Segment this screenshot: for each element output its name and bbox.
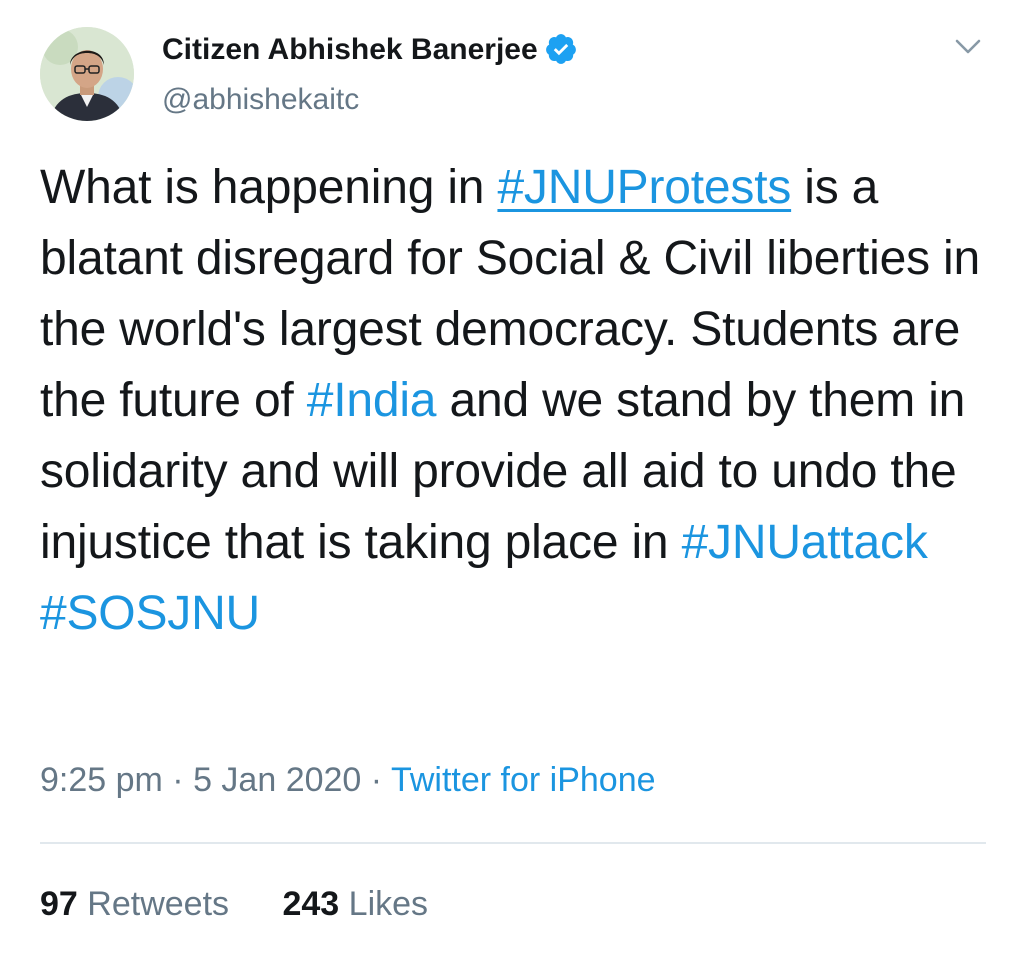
author-name[interactable]: Citizen Abhishek Banerjee [162, 33, 538, 66]
verified-badge-icon [545, 34, 576, 64]
tweet-card: Citizen Abhishek Banerjee @abhishekaitc … [0, 0, 1024, 954]
tweet-date[interactable]: 5 Jan 2020 [193, 761, 361, 799]
avatar-image [40, 27, 134, 121]
author-name-row[interactable]: Citizen Abhishek Banerjee [162, 30, 578, 70]
tweet-time[interactable]: 9:25 pm [40, 761, 163, 799]
tweet-text: What is happening in #JNUProtests is a b… [40, 152, 990, 649]
hashtag-link[interactable]: #SOSJNU [40, 587, 260, 640]
likes-count: 243 [282, 885, 340, 923]
meta-separator: · [361, 761, 391, 799]
tweet-menu-button[interactable] [948, 32, 988, 62]
hashtag-link[interactable]: #JNUProtests [497, 161, 791, 214]
tweet-stats: 97 Retweets 243 Likes [40, 882, 472, 926]
tweet-source-link[interactable]: Twitter for iPhone [391, 761, 656, 799]
retweets-count: 97 [40, 885, 78, 923]
likes-label: Likes [348, 885, 429, 923]
hashtag-link[interactable]: #India [307, 374, 437, 427]
hashtag-link[interactable]: #JNUattack [682, 516, 928, 569]
tweet-text-segment: What is happening in [40, 161, 498, 214]
avatar[interactable] [40, 27, 134, 121]
author-handle[interactable]: @abhishekaitc [162, 80, 359, 120]
likes-stat[interactable]: 243 Likes [282, 882, 428, 926]
tweet-meta: 9:25 pm · 5 Jan 2020 · Twitter for iPhon… [40, 758, 656, 802]
chevron-down-icon [955, 39, 981, 54]
retweets-label: Retweets [87, 885, 230, 923]
retweets-stat[interactable]: 97 Retweets [40, 882, 229, 926]
meta-separator: · [162, 761, 194, 799]
divider [40, 842, 986, 844]
